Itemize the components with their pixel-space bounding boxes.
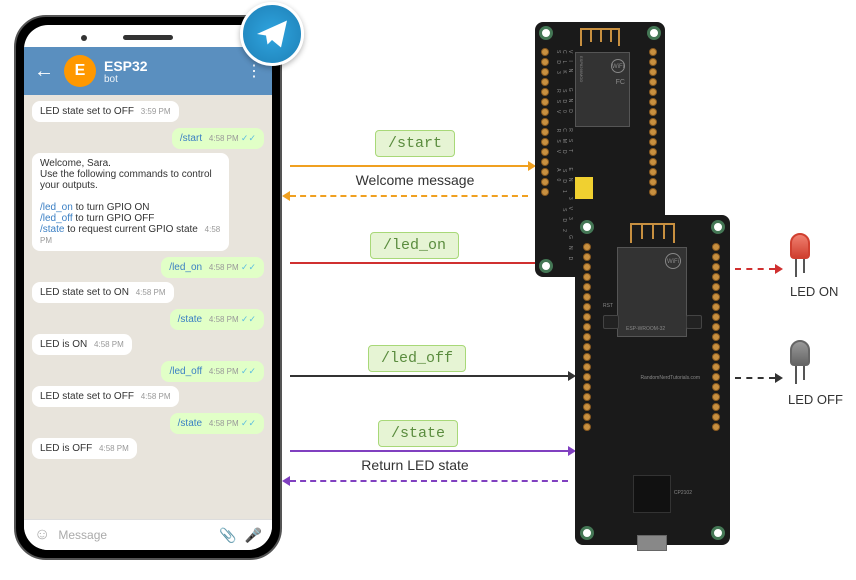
mic-icon[interactable]: 🎤 [245, 527, 262, 544]
led-gray-icon [790, 340, 810, 366]
chat-input-bar: ☺ Message 📎 🎤 [24, 519, 272, 550]
phone-mockup: ← E ESP32 bot ⋮ LED state set to OFF 3:5… [14, 15, 282, 560]
incoming-message[interactable]: LED is OFF 4:58 PM [32, 438, 137, 459]
chat-body[interactable]: LED state set to OFF 3:59 PM/start 4:58 … [24, 95, 272, 519]
outgoing-message[interactable]: /led_on 4:58 PM ✓✓ [161, 257, 264, 278]
menu-dots-icon[interactable]: ⋮ [246, 61, 262, 81]
outgoing-message[interactable]: /start 4:58 PM ✓✓ [172, 128, 264, 149]
cmd-label-state: /state [378, 420, 458, 447]
phone-screen: ← E ESP32 bot ⋮ LED state set to OFF 3:5… [24, 25, 272, 550]
antenna-icon [580, 28, 620, 46]
chat-header: ← E ESP32 bot ⋮ [24, 47, 272, 95]
incoming-message[interactable]: LED is ON 4:58 PM [32, 334, 132, 355]
cmd-label-start: /start [375, 130, 455, 157]
cmd-label-led-off: /led_off [368, 345, 466, 372]
arrow-led-on [735, 268, 775, 270]
header-subtitle: bot [104, 74, 246, 85]
phone-camera [81, 35, 87, 41]
incoming-message[interactable]: Welcome, Sara.Use the following commands… [32, 153, 229, 251]
led-on-label: LED ON [790, 284, 838, 299]
pin-strip-right [712, 243, 722, 431]
esp32-board: WiFi ESP-WROOM-32 RST CP2102 RandomNerdT… [575, 215, 730, 545]
flow-arrow [290, 262, 568, 264]
component [575, 177, 593, 199]
outgoing-message[interactable]: /state 4:58 PM ✓✓ [170, 413, 264, 434]
phone-speaker [123, 35, 173, 40]
flow-arrow [290, 195, 528, 197]
return-label-welcome: Welcome message [340, 172, 490, 188]
esp32-chip: WiFi ESP-WROOM-32 [617, 247, 687, 337]
wifi-icon: WiFi [665, 253, 681, 269]
avatar[interactable]: E [64, 55, 96, 87]
outgoing-message[interactable]: /led_off 4:58 PM ✓✓ [161, 361, 264, 382]
attachment-icon[interactable]: 📎 [219, 527, 236, 544]
arrow-led-off [735, 377, 775, 379]
header-text: ESP32 bot [104, 58, 246, 85]
antenna-icon [630, 223, 675, 243]
header-title: ESP32 [104, 58, 246, 74]
led-off-label: LED OFF [788, 392, 843, 407]
flow-arrow [290, 450, 568, 452]
pin-strip-right [649, 48, 659, 196]
message-input[interactable]: Message [58, 528, 219, 542]
flow-arrow [290, 375, 568, 377]
boot-button[interactable] [686, 315, 702, 329]
outgoing-message[interactable]: /state 4:58 PM ✓✓ [170, 309, 264, 330]
reset-button[interactable] [603, 315, 619, 329]
flow-arrow [290, 165, 528, 167]
esp-chip: ESP8266MOD WiFi FC [575, 52, 630, 127]
usb-port [637, 535, 667, 551]
flow-arrow [290, 480, 568, 482]
usb-chip: CP2102 [633, 475, 671, 513]
return-label-state: Return LED state [345, 457, 485, 473]
incoming-message[interactable]: LED state set to OFF 3:59 PM [32, 101, 179, 122]
incoming-message[interactable]: LED state set to OFF 4:58 PM [32, 386, 179, 407]
led-red-icon [790, 233, 810, 259]
back-arrow-icon[interactable]: ← [34, 60, 54, 83]
pin-strip-left [583, 243, 593, 431]
telegram-logo-icon [240, 2, 304, 66]
pin-strip-left [541, 48, 551, 196]
incoming-message[interactable]: LED state set to ON 4:58 PM [32, 282, 174, 303]
emoji-icon[interactable]: ☺ [34, 526, 50, 544]
cmd-label-led-on: /led_on [370, 232, 459, 259]
